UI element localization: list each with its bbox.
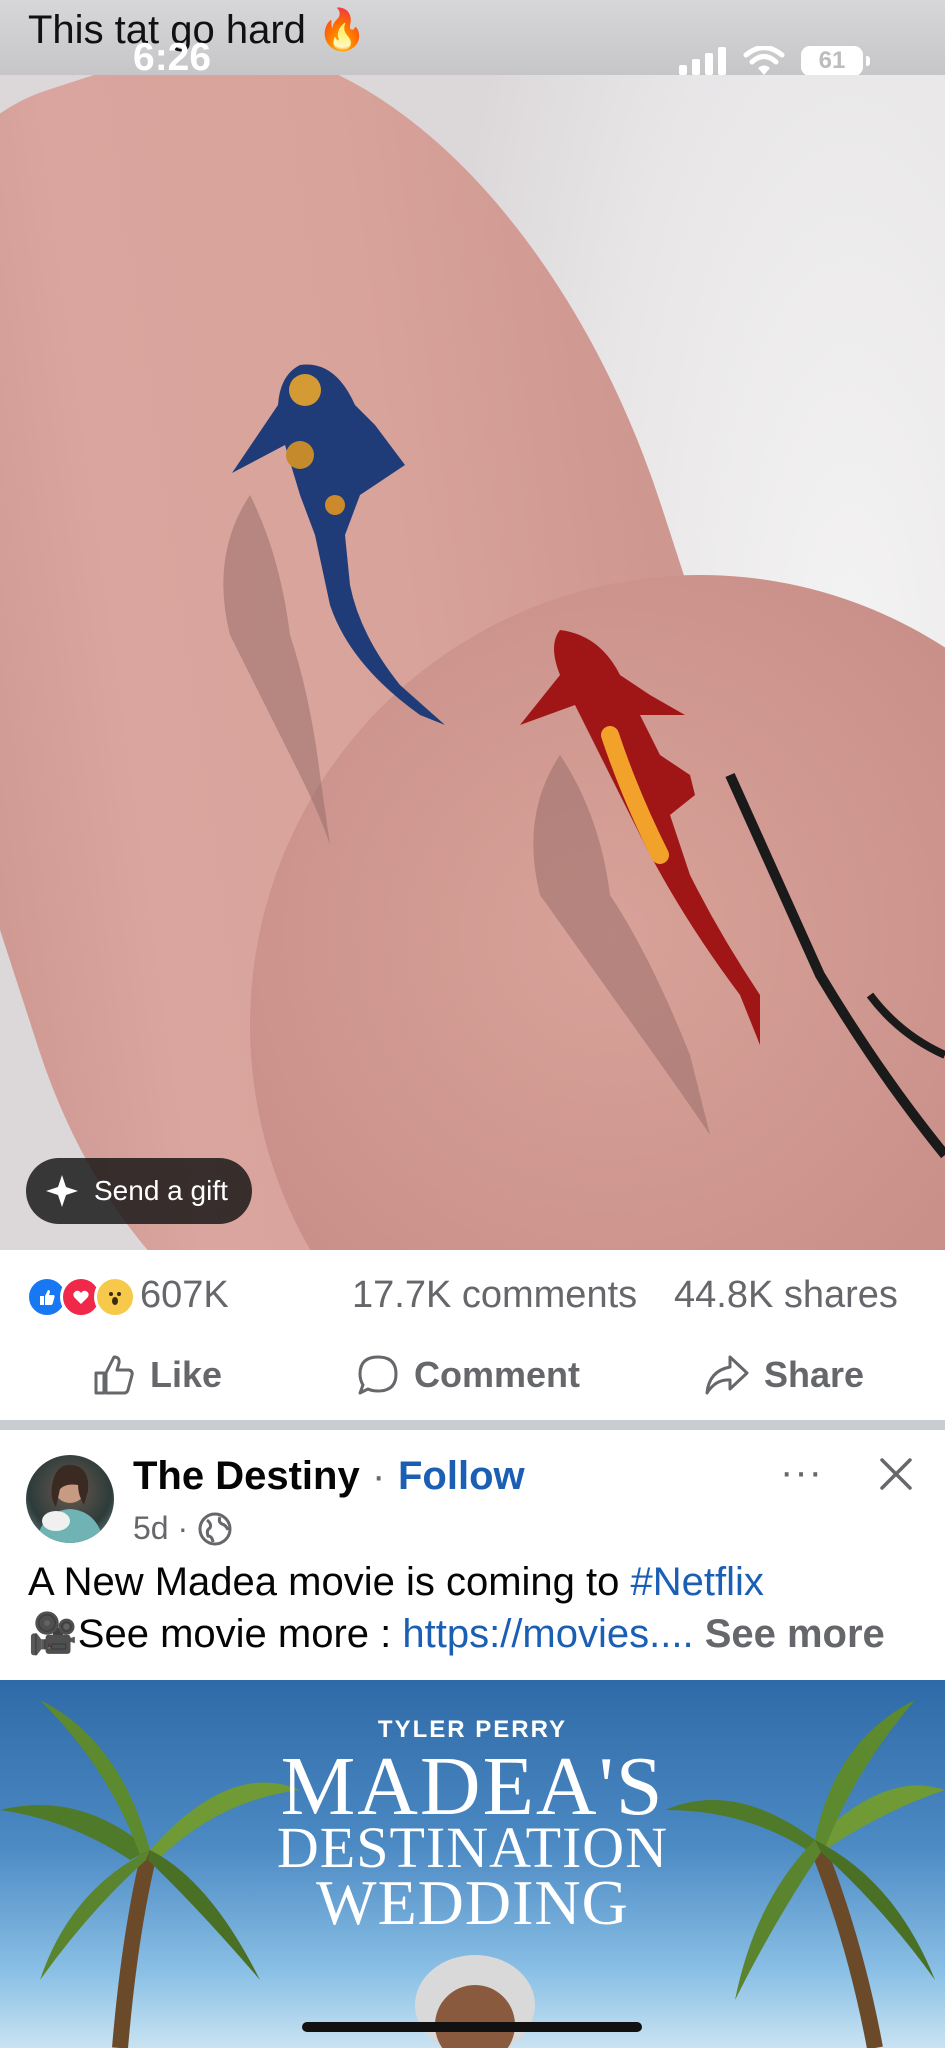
share-arrow-icon <box>705 1355 749 1395</box>
avatar[interactable] <box>26 1455 114 1543</box>
send-gift-label: Send a gift <box>94 1175 228 1206</box>
reaction-icons[interactable] <box>26 1276 136 1318</box>
poster-title-line3: WEDDING <box>316 1867 629 1938</box>
share-button[interactable]: Share <box>704 1353 864 1397</box>
comment-button[interactable]: Comment <box>356 1353 580 1397</box>
reactions-count[interactable]: 607K <box>140 1274 229 1317</box>
netflix-hashtag-link[interactable]: #Netflix <box>630 1560 763 1604</box>
status-indicators: 61 <box>679 46 870 76</box>
comment-label: Comment <box>414 1354 581 1395</box>
wifi-icon <box>743 46 785 75</box>
post-text-line2: 🎥See movie more : https://movies.... See… <box>28 1610 885 1657</box>
shark-tattoo-image <box>223 364 945 1159</box>
post-image[interactable]: Send a gift <box>0 75 945 1250</box>
close-post-button[interactable] <box>878 1456 914 1497</box>
post-time: 5d · <box>133 1510 189 1546</box>
reaction-stats: 607K 17.7K comments 44.8K shares <box>0 1250 945 1345</box>
name-separator: · <box>372 1454 386 1498</box>
movie-link[interactable]: https://movies.... <box>402 1612 693 1656</box>
comments-count[interactable]: 17.7K comments <box>352 1274 637 1317</box>
like-button[interactable]: Like <box>92 1353 222 1397</box>
movie-poster-image[interactable]: TYLER PERRY MADEA'S DESTINATION WEDDING <box>0 1680 945 2048</box>
thumbs-up-icon <box>94 1355 134 1395</box>
poster-character-head <box>415 1955 535 2048</box>
status-time: 6:26 <box>133 36 212 79</box>
globe-icon <box>198 1512 232 1545</box>
more-options-button[interactable]: ··· <box>780 1450 823 1495</box>
feed-divider <box>0 1420 945 1430</box>
gift-sparkle-icon <box>46 1175 78 1207</box>
post-text: A New Madea movie is coming to <box>28 1560 631 1604</box>
close-icon <box>880 1458 912 1490</box>
home-indicator[interactable] <box>302 2022 642 2032</box>
follow-button[interactable]: Follow <box>398 1454 525 1499</box>
comment-icon <box>358 1355 398 1395</box>
post-text-2: 🎥See movie more : <box>28 1612 403 1656</box>
post-meta: 5d · <box>133 1510 232 1547</box>
send-gift-button[interactable]: Send a gift <box>26 1158 252 1224</box>
post-actions: Like Comment Share <box>0 1345 945 1420</box>
wow-reaction-icon <box>94 1276 136 1318</box>
like-label: Like <box>150 1354 223 1395</box>
shares-count[interactable]: 44.8K shares <box>674 1274 898 1317</box>
post-text-line1: A New Madea movie is coming to #Netflix <box>28 1560 764 1605</box>
battery-icon: 61 <box>801 46 870 76</box>
post-author[interactable]: The Destiny <box>133 1454 360 1499</box>
share-label: Share <box>764 1354 865 1395</box>
see-more-link[interactable]: See more <box>694 1612 885 1656</box>
signal-icon <box>679 47 726 75</box>
